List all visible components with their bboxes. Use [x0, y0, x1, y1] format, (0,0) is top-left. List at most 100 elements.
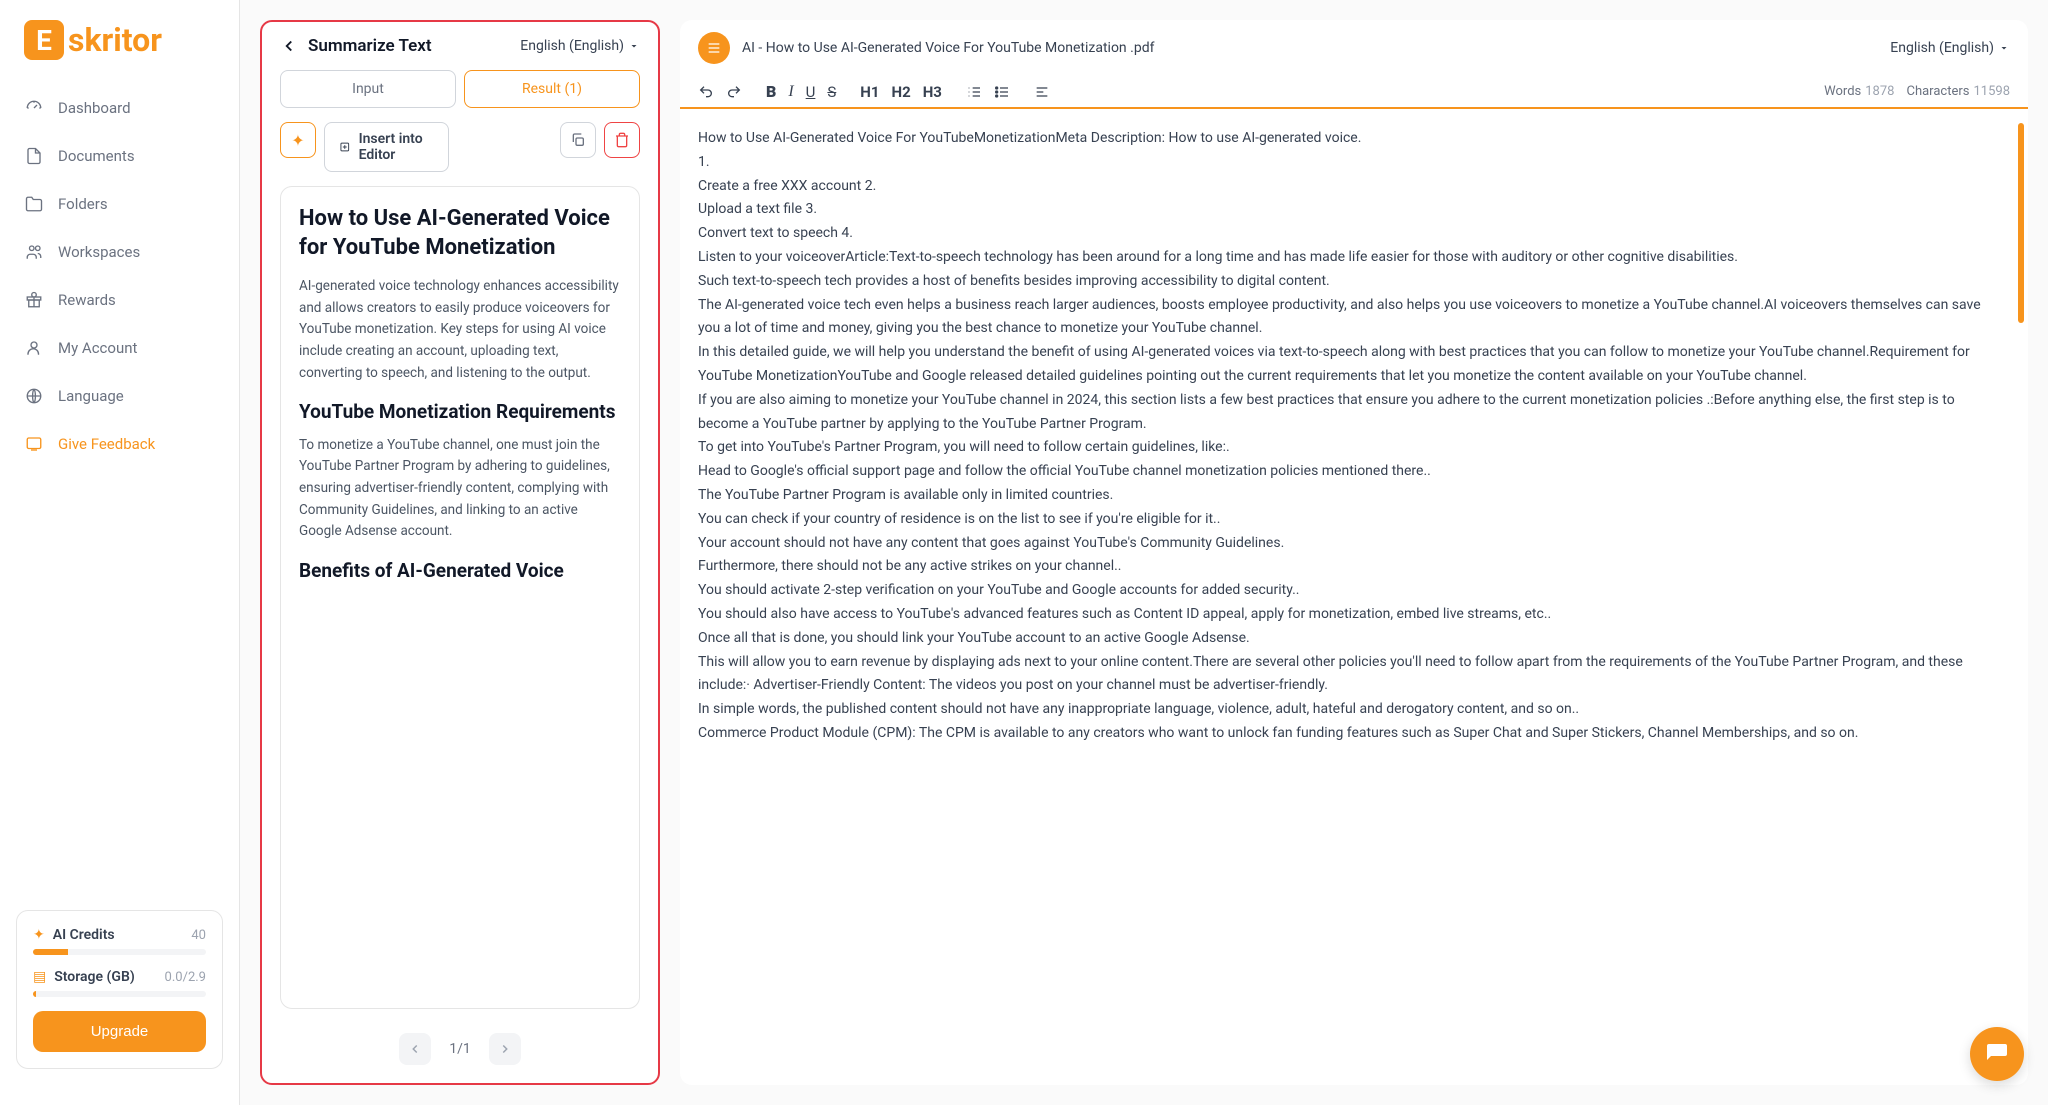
ai-credits-value: 40	[191, 928, 206, 943]
editor-language-label: English (English)	[1890, 40, 1994, 56]
sidebar-item-label: Dashboard	[58, 99, 131, 117]
editor-line[interactable]: In this detailed guide, we will help you…	[698, 341, 1988, 389]
pager-next-button[interactable]	[489, 1033, 521, 1065]
editor-line[interactable]: To get into YouTube's Partner Program, y…	[698, 436, 1988, 460]
delete-button[interactable]	[604, 122, 640, 158]
editor-line[interactable]: Create a free XXX account 2.	[698, 175, 1988, 199]
language-label: English (English)	[520, 38, 624, 54]
chevron-down-icon	[1998, 42, 2010, 54]
user-icon	[24, 338, 44, 358]
h3-button[interactable]: H3	[923, 83, 942, 101]
pager: 1/1	[262, 1023, 658, 1083]
insert-into-editor-button[interactable]: Insert into Editor	[324, 122, 449, 172]
toolbar: B I U S H1 H2 H3 Words187	[680, 76, 2028, 109]
sidebar-item-label: Rewards	[58, 291, 116, 309]
result-heading-2: YouTube Monetization Requirements	[299, 400, 621, 425]
editor-line[interactable]: How to Use AI-Generated Voice For YouTub…	[698, 127, 1988, 151]
redo-button[interactable]	[726, 84, 742, 100]
sidebar-item-feedback[interactable]: Give Feedback	[0, 420, 239, 468]
italic-button[interactable]: I	[788, 82, 793, 101]
editor-panel: AI - How to Use AI-Generated Voice For Y…	[680, 20, 2028, 1085]
editor-line[interactable]: In simple words, the published content s…	[698, 698, 1988, 722]
editor-line[interactable]: If you are also aiming to monetize your …	[698, 389, 1988, 437]
sidebar-nav: Dashboard Documents Folders Workspaces R…	[0, 84, 239, 894]
insert-label: Insert into Editor	[359, 131, 434, 163]
chat-button[interactable]	[1970, 1027, 2024, 1081]
tab-result[interactable]: Result (1)	[464, 70, 640, 108]
editor-line[interactable]: Listen to your voiceoverArticle:Text-to-…	[698, 246, 1988, 270]
editor-language-select[interactable]: English (English)	[1890, 40, 2010, 56]
ai-magic-button[interactable]: ✦	[280, 122, 316, 158]
editor-content[interactable]: How to Use AI-Generated Voice For YouTub…	[680, 109, 2028, 1085]
underline-button[interactable]: U	[806, 82, 816, 101]
unordered-list-icon	[994, 84, 1010, 100]
sidebar-item-label: My Account	[58, 339, 137, 357]
chat-icon	[1985, 1042, 2009, 1066]
sidebar-item-workspaces[interactable]: Workspaces	[0, 228, 239, 276]
editor-line[interactable]: Furthermore, there should not be any act…	[698, 555, 1988, 579]
editor-line[interactable]: Such text-to-speech tech provides a host…	[698, 270, 1988, 294]
language-select[interactable]: English (English)	[520, 38, 640, 54]
editor-line[interactable]: The AI-generated voice tech even helps a…	[698, 294, 1988, 342]
back-icon[interactable]	[280, 37, 298, 55]
ordered-list-icon	[966, 84, 982, 100]
editor-line[interactable]: Convert text to speech 4.	[698, 222, 1988, 246]
logo-mark: E	[24, 20, 64, 60]
sidebar-item-account[interactable]: My Account	[0, 324, 239, 372]
ordered-list-button[interactable]	[966, 84, 982, 100]
h2-button[interactable]: H2	[892, 83, 911, 101]
feedback-icon	[24, 434, 44, 454]
sparkle-icon: ✦	[291, 131, 304, 150]
align-button[interactable]	[1034, 84, 1050, 100]
editor-line[interactable]: 1.	[698, 151, 1988, 175]
gift-icon	[24, 290, 44, 310]
editor-line[interactable]: You can check if your country of residen…	[698, 508, 1988, 532]
undo-button[interactable]	[698, 84, 714, 100]
sparkle-icon: ✦	[33, 927, 45, 943]
words-value: 1878	[1865, 84, 1894, 99]
strikethrough-button[interactable]: S	[827, 82, 836, 101]
sidebar-item-documents[interactable]: Documents	[0, 132, 239, 180]
result-paragraph-2: To monetize a YouTube channel, one must …	[299, 435, 621, 543]
sidebar-item-language[interactable]: Language	[0, 372, 239, 420]
scrollbar-thumb[interactable]	[2018, 123, 2024, 323]
ai-credits-label: AI Credits	[53, 927, 192, 943]
storage-icon: ▤	[33, 969, 46, 985]
insert-icon	[339, 139, 351, 155]
pager-prev-button[interactable]	[399, 1033, 431, 1065]
folder-icon	[24, 194, 44, 214]
chevron-left-icon	[408, 1042, 422, 1056]
result-paragraph-1: AI-generated voice technology enhances a…	[299, 276, 621, 384]
sidebar: E skritor Dashboard Documents Folders Wo…	[0, 0, 240, 1105]
editor-line[interactable]: The YouTube Partner Program is available…	[698, 484, 1988, 508]
bold-button[interactable]: B	[766, 82, 776, 101]
editor-line[interactable]: Your account should not have any content…	[698, 532, 1988, 556]
editor-line[interactable]: Once all that is done, you should link y…	[698, 627, 1988, 651]
unordered-list-button[interactable]	[994, 84, 1010, 100]
upgrade-button[interactable]: Upgrade	[33, 1011, 206, 1052]
workspaces-icon	[24, 242, 44, 262]
chars-label: Characters	[1906, 84, 1969, 99]
result-heading-1: How to Use AI-Generated Voice for YouTub…	[299, 205, 621, 262]
editor-line[interactable]: Upload a text file 3.	[698, 198, 1988, 222]
editor-line[interactable]: You should activate 2-step verification …	[698, 579, 1988, 603]
copy-button[interactable]	[560, 122, 596, 158]
sidebar-item-folders[interactable]: Folders	[0, 180, 239, 228]
chevron-right-icon	[498, 1042, 512, 1056]
sidebar-item-dashboard[interactable]: Dashboard	[0, 84, 239, 132]
editor-line[interactable]: You should also have access to YouTube's…	[698, 603, 1988, 627]
logo[interactable]: E skritor	[0, 20, 239, 84]
editor-line[interactable]: This will allow you to earn revenue by d…	[698, 651, 1988, 699]
editor-line[interactable]: Commerce Product Module (CPM): The CPM i…	[698, 722, 1988, 746]
editor-line[interactable]: Head to Google's official support page a…	[698, 460, 1988, 484]
h1-button[interactable]: H1	[860, 83, 879, 101]
sidebar-item-label: Documents	[58, 147, 135, 165]
sidebar-item-rewards[interactable]: Rewards	[0, 276, 239, 324]
undo-icon	[698, 84, 714, 100]
actions-row: ✦ Insert into Editor	[262, 108, 658, 172]
credits-box: ✦ AI Credits 40 ▤ Storage (GB) 0.0/2.9 U…	[16, 910, 223, 1069]
annotation-arrow	[448, 1083, 472, 1085]
storage-label: Storage (GB)	[54, 969, 164, 985]
storage-bar	[33, 991, 206, 997]
tab-input[interactable]: Input	[280, 70, 456, 108]
